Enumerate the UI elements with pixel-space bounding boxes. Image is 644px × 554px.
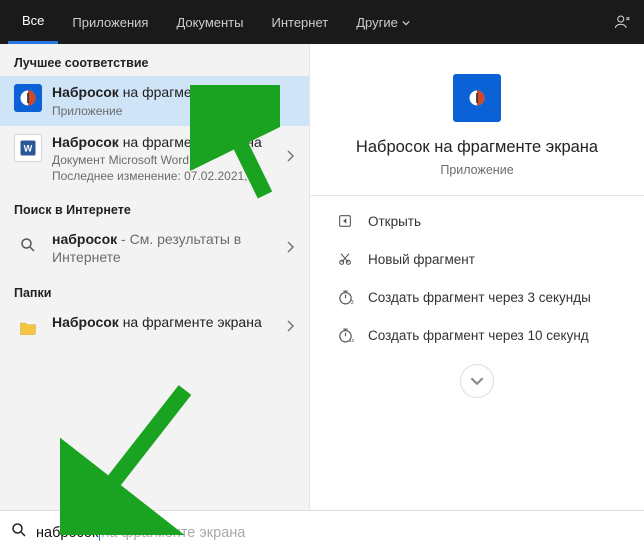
app-large-icon [453,74,501,122]
preview-subtitle: Приложение [440,163,513,177]
action-label: Новый фрагмент [368,252,475,267]
tab-documents[interactable]: Документы [162,0,257,44]
text-caret [99,525,100,541]
result-title: Набросок на фрагменте экрана [52,134,279,152]
result-title: Набросок на фрагменте экрана [52,314,279,332]
search-icon [10,521,28,544]
action-label: Создать фрагмент через 10 секунд [368,328,589,343]
section-folders: Папки [0,274,309,306]
section-web-search: Поиск в Интернете [0,191,309,223]
feedback-icon[interactable] [614,0,632,44]
action-label: Создать фрагмент через 3 секунды [368,290,591,305]
action-open[interactable]: Открыть [330,202,624,240]
tab-internet[interactable]: Интернет [257,0,342,44]
divider [310,195,644,196]
result-web-search[interactable]: набросок - См. результаты в Интернете [0,223,309,274]
search-input[interactable]: набросокна фрагменте экрана [0,510,644,554]
search-icon [14,231,42,259]
action-snip-delay-10[interactable]: 10 Создать фрагмент через 10 секунд [330,316,624,354]
action-new-snip[interactable]: Новый фрагмент [330,240,624,278]
action-label: Открыть [368,214,421,229]
timer-3-icon: 3 [334,286,356,308]
result-subtitle: Приложение [52,104,295,118]
result-folder[interactable]: Набросок на фрагменте экрана [0,306,309,350]
chevron-down-icon [402,15,410,30]
snip-icon [334,248,356,270]
word-document-icon: W [14,134,42,162]
open-icon [334,210,356,232]
snip-sketch-icon [14,84,42,112]
search-typed-text: набросок [36,525,98,541]
timer-10-icon: 10 [334,324,356,346]
folder-icon [14,314,42,342]
result-title: Набросок на фрагменте экрана [52,84,295,102]
search-tabs: Все Приложения Документы Интернет Другие [0,0,644,44]
section-best-match: Лучшее соответствие [0,44,309,76]
result-app-snip-sketch[interactable]: Набросок на фрагменте экрана Приложение [0,76,309,126]
results-panel: Лучшее соответствие Набросок на фрагмент… [0,44,310,510]
chevron-right-icon [279,319,295,337]
expand-button[interactable] [460,364,494,398]
tab-all[interactable]: Все [8,0,58,44]
result-subtitle-2: Последнее изменение: 07.02.2021, 1... [52,169,279,183]
tab-apps[interactable]: Приложения [58,0,162,44]
result-subtitle: Документ Microsoft Word [52,153,279,167]
svg-text:W: W [24,143,33,153]
preview-title: Набросок на фрагменте экрана [356,138,598,157]
search-autocomplete-hint: на фрагменте экрана [101,525,245,541]
chevron-right-icon [279,240,295,258]
svg-text:3: 3 [350,299,353,305]
preview-panel: Набросок на фрагменте экрана Приложение … [310,44,644,510]
tab-other[interactable]: Другие [342,0,424,44]
svg-text:10: 10 [349,337,354,343]
action-snip-delay-3[interactable]: 3 Создать фрагмент через 3 секунды [330,278,624,316]
chevron-right-icon [279,149,295,167]
result-title: набросок - См. результаты в Интернете [52,231,279,266]
result-document[interactable]: W Набросок на фрагменте экрана Документ … [0,126,309,192]
